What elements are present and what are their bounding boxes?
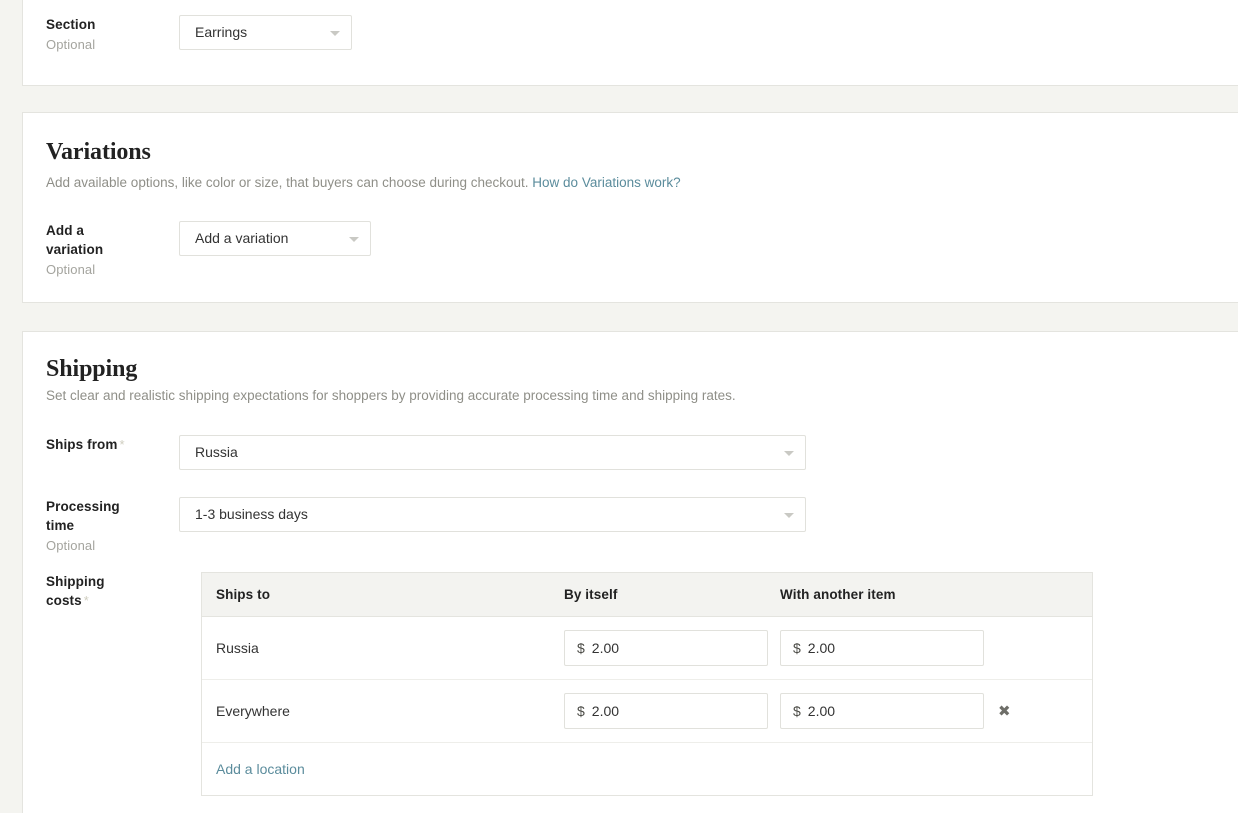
add-variation-label: Add a variation Optional <box>46 221 179 279</box>
with-another-item-price-value: 2.00 <box>807 640 836 656</box>
shipping-title: Shipping <box>46 356 138 382</box>
ships-from-required-marker: * <box>119 437 125 452</box>
table-row: Russia $ 2.00 $ 2.00 <box>202 617 1092 680</box>
by-itself-price-value: 2.00 <box>591 640 620 656</box>
shipping-description: Set clear and realistic shipping expecta… <box>46 388 736 403</box>
with-another-item-price-input[interactable]: $ 2.00 <box>780 693 984 729</box>
processing-time-field-row: Processing time Optional 1-3 business da… <box>46 497 806 555</box>
chevron-down-icon <box>330 30 340 36</box>
processing-time-label-line1: Processing <box>46 499 120 514</box>
processing-time-optional-text: Optional <box>46 538 96 553</box>
chevron-down-icon <box>349 236 359 242</box>
row-with-another-item-cell: $ 2.00 <box>780 693 998 729</box>
section-label-text: Section <box>46 17 96 32</box>
shipping-costs-required-marker: * <box>83 593 89 608</box>
column-header-ships-to: Ships to <box>216 587 271 602</box>
chevron-down-icon <box>784 512 794 518</box>
processing-time-label-line2: time <box>46 518 75 533</box>
shipping-costs-label: Shipping costs * <box>46 572 179 610</box>
ships-from-label-text: Ships from <box>46 437 118 452</box>
row-by-itself-cell: $ 2.00 <box>564 630 780 666</box>
ships-from-field-row: Ships from * Russia <box>46 435 806 470</box>
how-variations-work-link[interactable]: How do Variations work? <box>532 175 680 190</box>
currency-symbol: $ <box>577 640 585 656</box>
variations-description-text: Add available options, like color or siz… <box>46 175 529 190</box>
row-by-itself-cell: $ 2.00 <box>564 693 780 729</box>
by-itself-price-value: 2.00 <box>591 703 620 719</box>
variations-card: Variations Add available options, like c… <box>22 112 1238 303</box>
section-card: Section Optional Earrings <box>22 0 1238 86</box>
add-variation-label-line2: variation <box>46 242 104 257</box>
add-variation-select-value: Add a variation <box>195 230 289 246</box>
add-variation-select[interactable]: Add a variation <box>179 221 371 256</box>
add-variation-optional-text: Optional <box>46 262 96 277</box>
by-itself-price-input[interactable]: $ 2.00 <box>564 630 768 666</box>
processing-time-select[interactable]: 1-3 business days <box>179 497 806 532</box>
variations-description: Add available options, like color or siz… <box>46 174 946 192</box>
add-variation-label-line1: Add a <box>46 223 85 238</box>
ships-from-select[interactable]: Russia <box>179 435 806 470</box>
ships-from-select-value: Russia <box>195 444 238 460</box>
shipping-costs-label-line2: costs <box>46 593 82 608</box>
shipping-costs-table: Ships to By itself With another item Rus… <box>201 572 1093 796</box>
ships-from-label: Ships from * <box>46 435 179 454</box>
column-header-with-another-item: With another item <box>780 587 896 602</box>
table-row: Everywhere $ 2.00 $ 2.00 ✖ <box>202 680 1092 743</box>
chevron-down-icon <box>784 450 794 456</box>
currency-symbol: $ <box>577 703 585 719</box>
section-select[interactable]: Earrings <box>179 15 352 50</box>
section-select-value: Earrings <box>195 24 248 40</box>
shipping-card: Shipping Set clear and realistic shippin… <box>22 331 1238 813</box>
processing-time-select-value: 1-3 business days <box>195 506 308 522</box>
processing-time-label: Processing time Optional <box>46 497 179 555</box>
with-another-item-price-value: 2.00 <box>807 703 836 719</box>
column-header-by-itself: By itself <box>564 587 618 602</box>
row-ships-to-value: Everywhere <box>216 703 290 719</box>
table-footer-row: Add a location <box>202 743 1092 795</box>
currency-symbol: $ <box>793 640 801 656</box>
add-location-link[interactable]: Add a location <box>202 761 305 777</box>
with-another-item-price-input[interactable]: $ 2.00 <box>780 630 984 666</box>
row-actions-cell: ✖ <box>998 701 1092 721</box>
section-label: Section Optional <box>46 15 179 54</box>
shipping-costs-label-line1: Shipping <box>46 574 105 589</box>
page-root: Section Optional Earrings Variations Add… <box>0 0 1238 813</box>
row-ships-to-value: Russia <box>216 640 259 656</box>
section-field-row: Section Optional Earrings <box>46 15 352 54</box>
currency-symbol: $ <box>793 703 801 719</box>
section-optional-text: Optional <box>46 37 96 52</box>
by-itself-price-input[interactable]: $ 2.00 <box>564 693 768 729</box>
remove-location-icon[interactable]: ✖ <box>998 702 1011 720</box>
table-header-row: Ships to By itself With another item <box>202 573 1092 617</box>
row-with-another-item-cell: $ 2.00 <box>780 630 998 666</box>
variations-title: Variations <box>46 139 151 165</box>
add-variation-field-row: Add a variation Optional Add a variation <box>46 221 371 279</box>
